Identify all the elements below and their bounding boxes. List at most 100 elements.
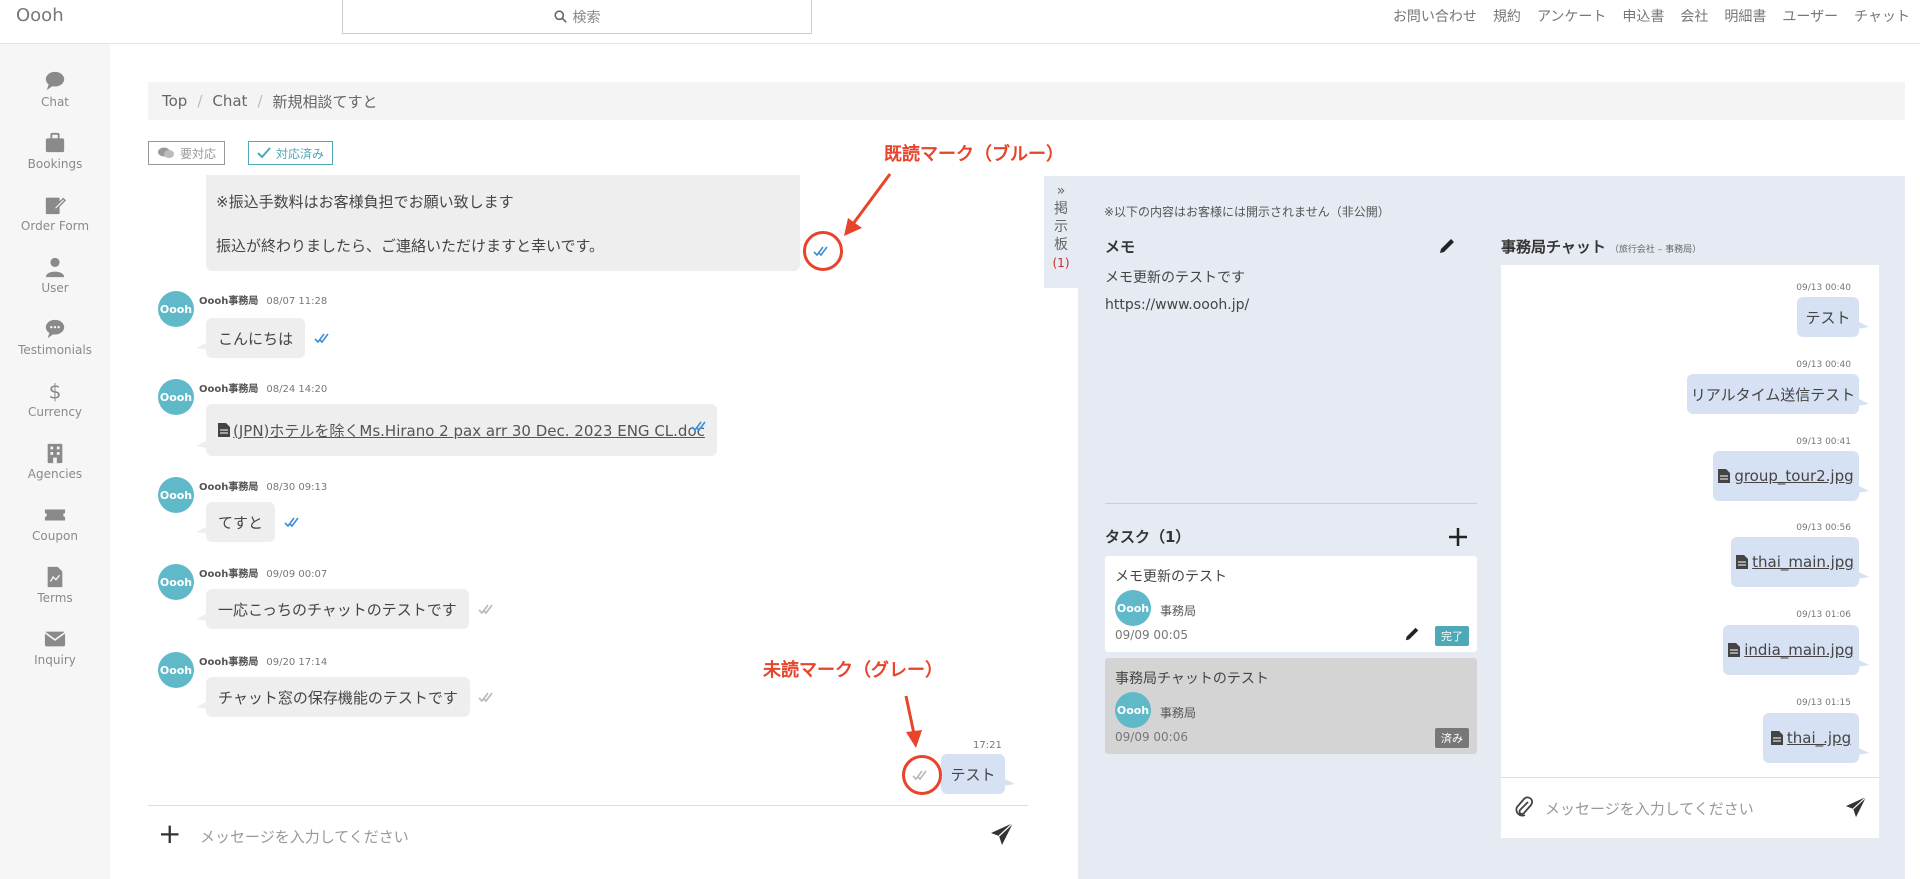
breadcrumb-chat[interactable]: Chat [212, 92, 247, 110]
file-attachment-link[interactable]: india_main.jpg [1744, 641, 1854, 659]
file-attachment-link[interactable]: thai_main.jpg [1752, 553, 1854, 571]
memo-content: メモ更新のテストです https://www.oooh.jp/ [1105, 265, 1249, 319]
message-input[interactable]: メッセージを入力してください [200, 826, 409, 847]
comments-icon [158, 147, 174, 158]
annotation-arrow [844, 173, 892, 236]
avatar: Oooh [158, 652, 194, 688]
filter-done-button[interactable]: 対応済み [248, 141, 334, 165]
office-chat-title-text: 事務局チャット [1501, 238, 1606, 256]
breadcrumb-top[interactable]: Top [162, 92, 187, 110]
edit-form-icon [45, 197, 66, 215]
sender-name: Oooh事務局 [199, 657, 259, 668]
nav-survey[interactable]: アンケート [1537, 6, 1606, 26]
task-name: 事務局チャットのテスト [1115, 671, 1269, 687]
message-time: 09/13 00:56 [1796, 523, 1851, 533]
breadcrumb: Top / Chat / 新規相談てすと [148, 82, 1905, 120]
status-badge[interactable]: 済み [1435, 728, 1469, 748]
sidebar-item-currency[interactable]: $ Currency [0, 372, 110, 434]
board-tab-label: 示 [1054, 219, 1068, 235]
chat-icon [45, 71, 65, 91]
send-icon[interactable] [1845, 796, 1867, 818]
memo-line: メモ更新のテストです [1105, 270, 1245, 286]
nav-chat[interactable]: チャット [1854, 6, 1910, 26]
collapse-icon: » [1056, 183, 1066, 199]
sidebar-item-label: Chat [40, 95, 70, 109]
office-message-bubble: テスト [1797, 297, 1869, 337]
nav-terms[interactable]: 規約 [1493, 6, 1521, 26]
message-bubble: チャット窓の保存機能のテストです [196, 677, 470, 717]
edit-memo-icon[interactable] [1438, 237, 1456, 255]
file-icon [1770, 731, 1783, 745]
file-icon [1718, 469, 1731, 483]
comment-icon [45, 319, 65, 339]
file-icon [47, 566, 63, 588]
task-card[interactable]: 事務局チャットのテスト Oooh 事務局 09/09 00:06 済み [1105, 658, 1477, 754]
edit-task-icon[interactable] [1404, 626, 1420, 642]
nav-company[interactable]: 会社 [1680, 6, 1708, 26]
annotation-unread-mark: 未読マーク（グレー） [763, 660, 943, 681]
sidebar-item-inquiry[interactable]: Inquiry [0, 620, 110, 682]
filter-pending-button[interactable]: 要対応 [148, 141, 226, 165]
message-line: 振込が終わりましたら、ご連絡いただけますと幸いです。 [216, 237, 605, 255]
file-attachment-link[interactable]: group_tour2.jpg [1734, 467, 1853, 485]
add-task-icon[interactable] [1448, 527, 1468, 547]
office-chat-title: 事務局チャット （旅行会社 – 事務局） [1501, 236, 1701, 257]
office-message-input[interactable]: メッセージを入力してください [1545, 798, 1754, 819]
annotation-arrow [904, 695, 922, 748]
file-attachment-link[interactable]: thai_.jpg [1787, 729, 1851, 747]
sidebar-item-label: User [41, 281, 69, 295]
read-check-icon [284, 517, 299, 528]
message-bubble: 一応こっちのチャットのテストです [196, 589, 469, 629]
annotation-circle [803, 231, 843, 271]
board-tab-label: 掲 [1054, 201, 1068, 217]
own-message-time: 17:21 [973, 740, 1002, 751]
sidebar-item-coupon[interactable]: Coupon [0, 496, 110, 558]
avatar: Oooh [1115, 692, 1151, 728]
task-card[interactable]: メモ更新のテスト Oooh 事務局 09/09 00:05 完了 [1105, 556, 1477, 652]
avatar: Oooh [158, 564, 194, 600]
office-message-bubble: thai_main.jpg [1731, 537, 1869, 587]
nav-application[interactable]: 申込書 [1622, 6, 1664, 26]
office-chat-subtitle: （旅行会社 – 事務局） [1609, 245, 1702, 255]
search-placeholder: 検索 [572, 9, 601, 26]
board-tab-count: (1) [1052, 256, 1070, 270]
briefcase-icon [45, 132, 65, 153]
breadcrumb-separator: / [197, 92, 203, 110]
chat-messages: ※振込手数料はお客様負担でお願い致します 振込が終わりましたら、ご連絡いただけま… [148, 175, 1028, 805]
send-icon[interactable] [990, 822, 1014, 846]
nav-users[interactable]: ユーザー [1782, 6, 1838, 26]
sidebar-item-bookings[interactable]: Bookings [0, 124, 110, 186]
message-bubble: てすと [195, 502, 276, 542]
brand-logo[interactable]: Oooh [16, 5, 64, 26]
read-check-icon [691, 421, 706, 432]
message-meta: Oooh事務局 09/09 00:07 [199, 565, 327, 580]
sidebar-item-user[interactable]: User [0, 248, 110, 310]
divider [1105, 503, 1477, 504]
nav-inquiry[interactable]: お問い合わせ [1393, 6, 1477, 26]
sidebar-item-order-form[interactable]: Order Form [0, 186, 110, 248]
filter-done-label: 対応済み [276, 146, 325, 161]
sender-name: Oooh事務局 [199, 384, 259, 395]
sidebar-item-chat[interactable]: Chat [0, 62, 110, 124]
top-nav: お問い合わせ 規約 アンケート 申込書 会社 明細書 ユーザー チャット [1393, 6, 1910, 26]
sidebar-item-label: Bookings [27, 157, 83, 171]
task-date: 09/09 00:05 [1115, 628, 1188, 642]
sidebar-item-terms[interactable]: Terms [0, 558, 110, 620]
sidebar-item-testimonials[interactable]: Testimonials [0, 310, 110, 372]
board-tab-handle[interactable]: » 掲 示 板 (1) [1044, 176, 1078, 288]
file-attachment-link[interactable]: (JPN)ホテルを除くMs.Hirano 2 pax arr 30 Dec. 2… [218, 420, 705, 441]
sidebar-item-agencies[interactable]: Agencies [0, 434, 110, 496]
sidebar-item-label: Agencies [27, 467, 83, 481]
memo-line: https://www.oooh.jp/ [1105, 297, 1250, 313]
sidebar-item-label: Terms [37, 591, 73, 605]
nav-statement[interactable]: 明細書 [1724, 6, 1766, 26]
chat-composer: + メッセージを入力してください [148, 805, 1028, 867]
message-time: 08/07 11:28 [266, 296, 328, 307]
status-badge[interactable]: 完了 [1435, 626, 1469, 646]
paperclip-icon[interactable] [1515, 796, 1533, 818]
add-attachment-button[interactable]: + [158, 820, 181, 848]
read-check-icon [314, 333, 329, 344]
search-box[interactable]: 検索 [342, 0, 812, 34]
office-message-bubble: thai_.jpg [1763, 713, 1869, 763]
sidebar-item-label: Coupon [32, 529, 78, 543]
